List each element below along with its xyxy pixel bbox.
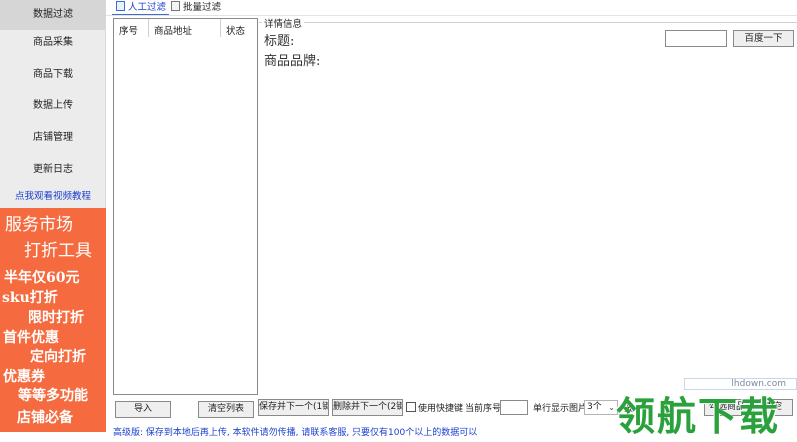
column-separator <box>148 19 149 37</box>
chevron-down-icon: ⌄ <box>608 403 615 412</box>
sidebar-item-product-collect[interactable]: 商品采集 <box>0 28 106 58</box>
promo-line-4: sku打折 <box>2 290 58 306</box>
column-header-seq[interactable]: 序号 <box>119 23 138 37</box>
tab-batch-label: 批量过滤 <box>183 2 222 13</box>
promo-line-6: 首件优惠 <box>3 330 59 346</box>
shortcut-label: 使用快捷键 <box>418 404 464 414</box>
promo-banner[interactable]: 服务市场 打折工具 半年仅60元 sku打折 限时打折 首件优惠 定向打折 优惠… <box>0 208 106 432</box>
sidebar-item-shop-manage[interactable]: 店铺管理 <box>0 123 106 153</box>
brand-label: 商品品牌: <box>264 54 321 69</box>
search-input[interactable] <box>665 30 727 47</box>
clear-list-button[interactable]: 清空列表 <box>198 401 254 418</box>
per-row-value: 3个 <box>587 402 602 412</box>
promo-line-10: 店铺必备 <box>17 410 73 426</box>
per-row-select[interactable]: 3个 ⌄ <box>584 400 618 415</box>
promo-line-9: 等等多功能 <box>18 388 88 404</box>
promo-line-5: 限时打折 <box>28 310 84 326</box>
tab-batch-filter[interactable]: 批量过滤 <box>171 1 221 15</box>
current-seq-label: 当前序号 <box>465 404 502 414</box>
keep-next-button[interactable]: 保存并下一个(1键) <box>258 399 329 416</box>
promo-line-2: 打折工具 <box>24 241 92 261</box>
detail-legend: 详情信息 <box>262 16 305 30</box>
tutorial-link[interactable]: 点我观看视频教程 <box>0 188 106 202</box>
column-header-status[interactable]: 状态 <box>226 23 245 37</box>
sidebar-item-product-download[interactable]: 商品下载 <box>0 60 106 90</box>
sidebar-item-update-log[interactable]: 更新日志 <box>0 155 106 185</box>
promo-line-8: 优惠券 <box>3 369 45 385</box>
sidebar-item-data-filter[interactable]: 数据过滤 <box>0 0 106 30</box>
detail-group <box>259 22 797 394</box>
column-header-url[interactable]: 商品地址 <box>154 23 192 37</box>
watermark-text: 领航下载 <box>616 395 781 440</box>
promo-line-1: 服务市场 <box>5 215 73 235</box>
drop-next-button[interactable]: 删除并下一个(2键) <box>332 399 403 416</box>
tab-manual-label: 人工过滤 <box>128 2 167 13</box>
promo-line-7: 定向打折 <box>30 349 86 365</box>
import-button[interactable]: 导入 <box>115 401 171 418</box>
current-seq-input[interactable] <box>500 400 528 415</box>
baidu-search-button[interactable]: 百度一下 <box>733 30 794 47</box>
sidebar-item-data-upload[interactable]: 数据上传 <box>0 91 106 121</box>
tab-divider <box>106 15 797 16</box>
promo-line-3: 半年仅60元 <box>4 270 80 286</box>
document-icon <box>116 1 125 11</box>
column-separator <box>220 19 221 37</box>
per-row-label: 单行显示图片 <box>533 404 588 414</box>
tab-manual-filter[interactable]: 人工过滤 <box>116 1 166 15</box>
title-label: 标题: <box>264 34 295 49</box>
document-icon <box>171 1 180 11</box>
shortcut-checkbox[interactable] <box>406 402 416 412</box>
product-list[interactable]: 序号 商品地址 状态 <box>113 18 258 395</box>
